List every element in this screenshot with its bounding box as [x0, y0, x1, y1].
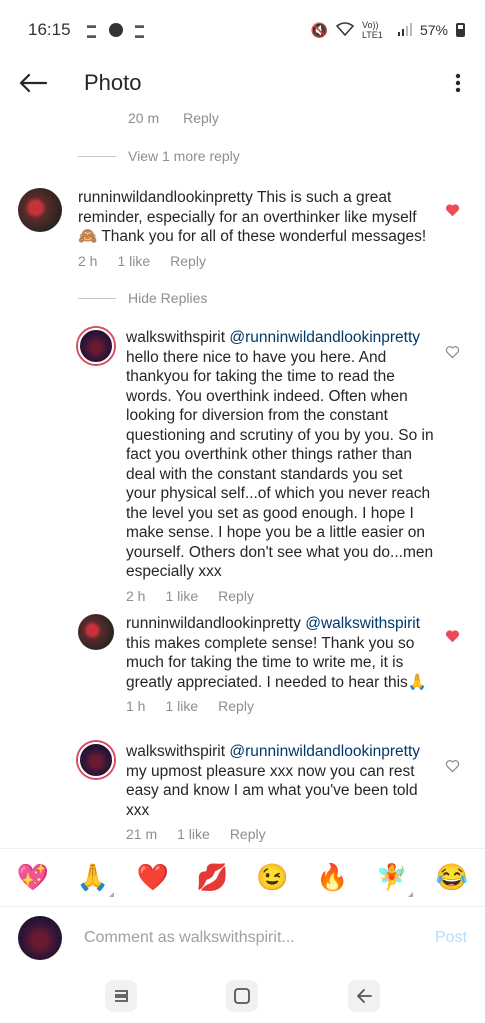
heart-outline-icon	[445, 760, 459, 773]
emoji-bar: 💖 🙏 ❤️ 💋 😉 🔥 🧚 😂	[0, 848, 485, 906]
status-time: 16:15	[28, 20, 71, 39]
comment-likes[interactable]: 1 like	[177, 826, 210, 842]
post-button[interactable]: Post	[435, 929, 467, 947]
hide-replies-label: Hide Replies	[128, 290, 208, 306]
comment-username[interactable]: walkswithspirit	[126, 743, 225, 760]
more-vertical-icon	[455, 73, 461, 93]
mute-icon: 🔇	[310, 21, 328, 38]
comment-meta: 1 h 1 like Reply	[126, 698, 434, 714]
wink-emoji-button[interactable]: 😉	[255, 861, 289, 895]
fairy-emoji-button[interactable]: 🧚	[375, 861, 414, 897]
pray-emoji: 🙏	[76, 862, 110, 892]
reply-button[interactable]: Reply	[170, 253, 206, 269]
comment-text: runninwildandlookinpretty This is such a…	[78, 188, 428, 247]
back-arrow-icon	[19, 73, 47, 93]
like-button[interactable]	[444, 344, 460, 360]
comment-time: 2 h	[126, 587, 146, 604]
kiss-emoji-button[interactable]: 💋	[196, 861, 230, 895]
comment-time: 21 m	[126, 826, 158, 842]
avatar[interactable]	[78, 614, 114, 650]
comment-meta: 2 h 1 like Reply	[78, 253, 428, 269]
comment-content: this makes complete sense! Thank you so …	[126, 634, 428, 691]
circle-icon	[108, 23, 123, 37]
avatar[interactable]	[78, 328, 114, 364]
avatar[interactable]	[18, 188, 62, 232]
comment-text: walkswithspirit @runninwildandlookinpret…	[126, 742, 434, 820]
back-nav-icon	[357, 988, 373, 1003]
network-label: Vo)) LTE1	[361, 20, 383, 40]
like-button[interactable]	[444, 758, 460, 774]
variant-corner-icon	[108, 891, 114, 897]
like-button[interactable]	[444, 202, 460, 218]
mention-link[interactable]: @runninwildandlookinpretty	[229, 329, 420, 346]
reply-item: walkswithspirit @runninwildandlookinpret…	[78, 328, 438, 604]
heart-outline-icon	[445, 346, 459, 359]
view-more-label: View 1 more reply	[128, 148, 240, 164]
heart-filled-icon	[445, 630, 459, 643]
comment-text: walkswithspirit @runninwildandlookinpret…	[126, 328, 434, 582]
comment-username[interactable]: walkswithspirit	[126, 329, 225, 346]
pray-emoji-button[interactable]: 🙏	[76, 861, 114, 897]
comment-username[interactable]: runninwildandlookinpretty	[126, 615, 301, 632]
reply-button[interactable]: Reply	[183, 110, 219, 126]
battery-icon	[456, 23, 465, 37]
reply-button[interactable]: Reply	[230, 826, 266, 842]
news-icon: ▬ ▬	[87, 20, 97, 40]
system-nav-bar	[0, 968, 485, 1023]
like-button[interactable]	[444, 628, 460, 644]
laugh-emoji-button[interactable]: 😂	[435, 861, 469, 895]
comment-time: 20 m	[128, 110, 160, 126]
view-more-replies[interactable]: View 1 more reply	[78, 148, 240, 164]
sparkling-heart-emoji-button[interactable]: 💖	[16, 861, 50, 895]
wifi-icon	[335, 21, 355, 39]
mention-link[interactable]: @walkswithspirit	[305, 615, 420, 632]
back-button[interactable]	[0, 60, 68, 106]
more-options-button[interactable]	[431, 60, 485, 106]
current-user-avatar	[18, 915, 62, 960]
reply-button[interactable]: Reply	[218, 698, 254, 714]
comment-content: my upmost pleasure xxx now you can rest …	[126, 762, 418, 819]
news-icon: ▬ ▬	[135, 20, 145, 40]
home-square-icon	[234, 987, 251, 1004]
comment-item: runninwildandlookinpretty This is such a…	[18, 188, 438, 269]
comment-time: 1 h	[126, 698, 146, 714]
status-bar: 16:15 ▬ ▬ ▬ ▬ 🔇 Vo)) LTE1 57%	[0, 0, 485, 60]
comment-text: runninwildandlookinpretty @walkswithspir…	[126, 614, 434, 692]
comments-feed[interactable]: 20 m Reply View 1 more reply runninwilda…	[0, 106, 485, 848]
comment-likes[interactable]: 1 like	[165, 698, 198, 714]
comment-username[interactable]: runninwildandlookinpretty	[78, 189, 253, 206]
battery-label: 57%	[419, 22, 448, 38]
comment-likes[interactable]: 1 like	[165, 588, 198, 604]
page-title: Photo	[84, 70, 142, 95]
heart-emoji-button[interactable]: ❤️	[136, 861, 170, 895]
hide-replies[interactable]: Hide Replies	[78, 290, 207, 306]
comment-meta: 21 m 1 like Reply	[126, 826, 434, 842]
comment-likes[interactable]: 1 like	[117, 253, 150, 269]
partial-comment-meta: 20 m Reply	[128, 110, 219, 126]
comment-meta: 2 h 1 like Reply	[126, 588, 434, 604]
heart-filled-icon	[445, 204, 459, 217]
recent-apps-icon	[114, 989, 128, 1002]
comment-composer: Post	[0, 906, 485, 968]
recent-apps-button[interactable]	[104, 979, 137, 1012]
home-button[interactable]	[226, 979, 259, 1012]
reply-button[interactable]: Reply	[218, 588, 254, 604]
avatar[interactable]	[78, 742, 114, 778]
thread-line	[78, 155, 116, 157]
comment-input[interactable]	[84, 928, 427, 947]
fire-emoji-button[interactable]: 🔥	[315, 861, 349, 895]
app-header: Photo	[0, 60, 485, 106]
comment-time: 2 h	[78, 252, 98, 269]
reply-item: runninwildandlookinpretty @walkswithspir…	[78, 614, 438, 714]
signal-icon	[397, 22, 412, 39]
fairy-emoji: 🧚	[375, 862, 409, 892]
mention-link[interactable]: @runninwildandlookinpretty	[229, 743, 420, 760]
comment-content: hello there nice to have you here. And t…	[126, 348, 434, 581]
reply-item: walkswithspirit @runninwildandlookinpret…	[78, 742, 438, 842]
back-nav-button[interactable]	[348, 979, 381, 1012]
thread-line	[78, 297, 116, 299]
variant-corner-icon	[408, 891, 414, 897]
